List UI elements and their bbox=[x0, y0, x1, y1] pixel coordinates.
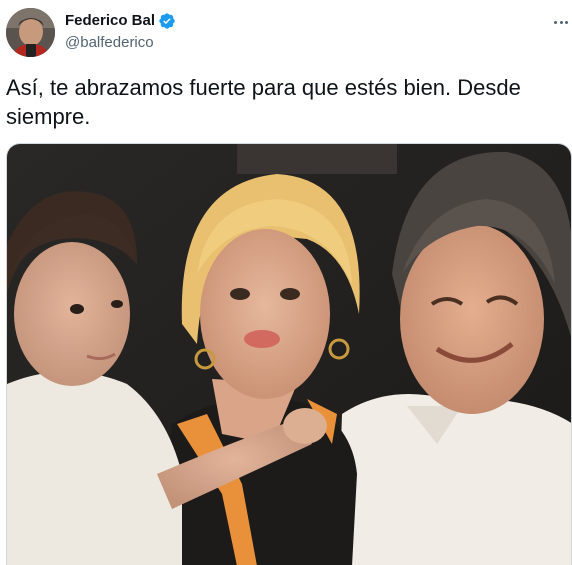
more-options-icon[interactable] bbox=[552, 12, 570, 32]
name-row: Federico Bal bbox=[65, 11, 176, 31]
verified-badge-icon bbox=[158, 12, 176, 30]
display-name[interactable]: Federico Bal bbox=[65, 11, 155, 31]
tweet-header: Federico Bal @balfederico bbox=[0, 0, 572, 70]
avatar[interactable] bbox=[6, 8, 55, 57]
tweet-photo[interactable] bbox=[6, 143, 572, 565]
handle[interactable]: @balfederico bbox=[65, 33, 154, 53]
tweet-text: Así, te abrazamos fuerte para que estés … bbox=[6, 75, 521, 129]
